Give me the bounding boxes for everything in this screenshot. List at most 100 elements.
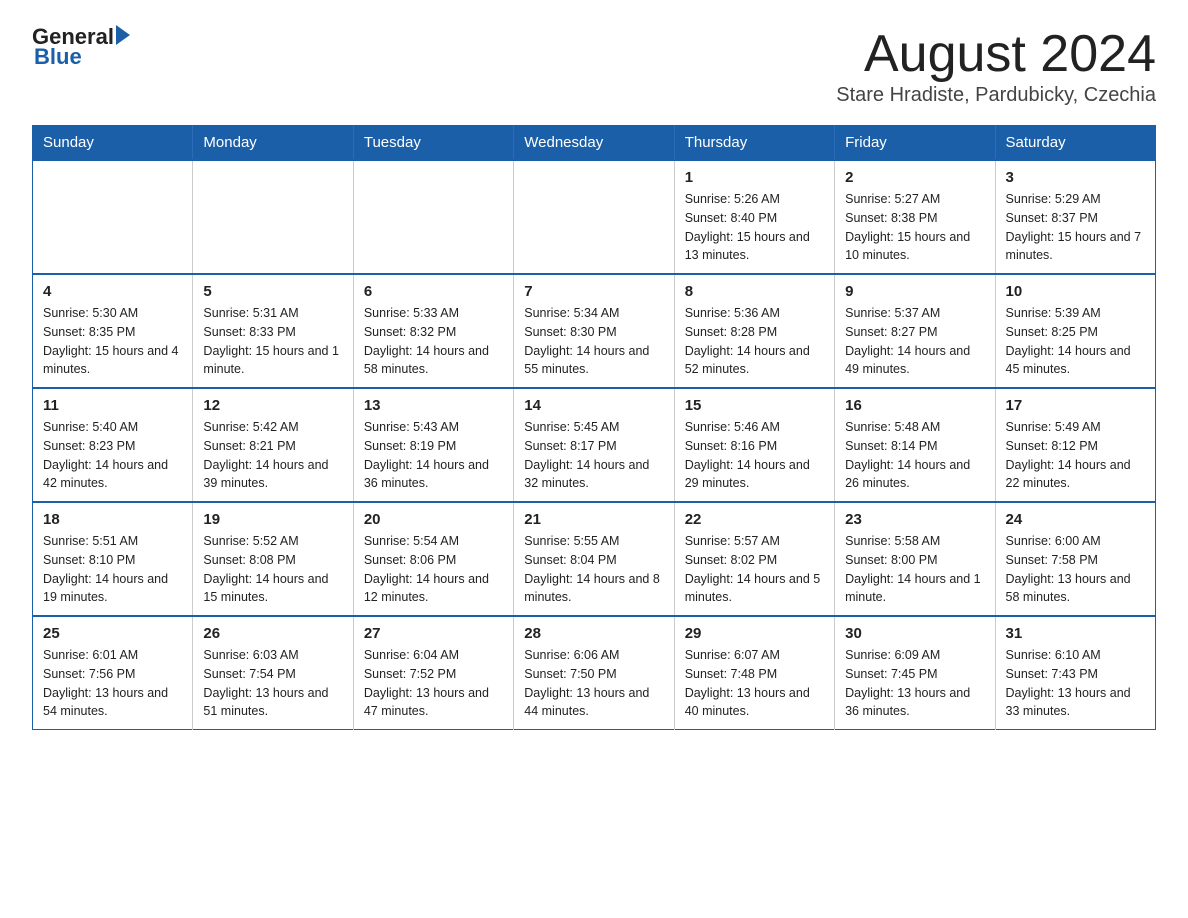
day-info: Sunrise: 5:36 AM Sunset: 8:28 PM Dayligh… [685, 304, 824, 379]
location-subtitle: Stare Hradiste, Pardubicky, Czechia [836, 84, 1156, 107]
day-number: 10 [1006, 283, 1145, 300]
calendar-day-cell: 6Sunrise: 5:33 AM Sunset: 8:32 PM Daylig… [353, 274, 513, 388]
day-info: Sunrise: 5:34 AM Sunset: 8:30 PM Dayligh… [524, 304, 663, 379]
day-header-tuesday: Tuesday [353, 126, 513, 161]
calendar-day-cell: 2 Sunrise: 5:27 AM Sunset: 8:38 PM Daylig… [835, 160, 995, 274]
calendar-table: SundayMondayTuesdayWednesdayThursdayFrid… [32, 125, 1156, 730]
day-number: 6 [364, 283, 503, 300]
day-info: Sunrise: 5:51 AM Sunset: 8:10 PM Dayligh… [43, 532, 182, 607]
calendar-day-cell: 24 Sunrise: 6:00 AM Sunset: 7:58 PM Dayli… [995, 502, 1155, 616]
calendar-day-cell: 4 Sunrise: 5:30 AM Sunset: 8:35 PM Daylig… [33, 274, 193, 388]
calendar-day-cell: 13 Sunrise: 5:43 AM Sunset: 8:19 PM Dayli… [353, 388, 513, 502]
day-number: 5 [203, 283, 342, 300]
calendar-day-cell [33, 160, 193, 274]
day-number: 4 [43, 283, 182, 300]
day-info: Sunrise: 6:03 AM Sunset: 7:54 PM Dayligh… [203, 646, 342, 721]
day-number: 23 [845, 511, 984, 528]
day-info: Sunrise: 6:04 AM Sunset: 7:52 PM Dayligh… [364, 646, 503, 721]
day-number: 3 [1006, 169, 1145, 186]
calendar-week-row: 11 Sunrise: 5:40 AM Sunset: 8:23 PM Dayli… [33, 388, 1156, 502]
calendar-day-cell: 23 Sunrise: 5:58 AM Sunset: 8:00 PM Dayli… [835, 502, 995, 616]
day-number: 19 [203, 511, 342, 528]
day-number: 24 [1006, 511, 1145, 528]
calendar-week-row: 4 Sunrise: 5:30 AM Sunset: 8:35 PM Daylig… [33, 274, 1156, 388]
day-number: 15 [685, 397, 824, 414]
calendar-day-cell: 20 Sunrise: 5:54 AM Sunset: 8:06 PM Dayli… [353, 502, 513, 616]
day-info: Sunrise: 5:37 AM Sunset: 8:27 PM Dayligh… [845, 304, 984, 379]
calendar-day-cell: 19 Sunrise: 5:52 AM Sunset: 8:08 PM Dayli… [193, 502, 353, 616]
day-number: 26 [203, 625, 342, 642]
day-number: 20 [364, 511, 503, 528]
day-info: Sunrise: 5:30 AM Sunset: 8:35 PM Dayligh… [43, 304, 182, 379]
day-number: 7 [524, 283, 663, 300]
day-number: 2 [845, 169, 984, 186]
day-number: 1 [685, 169, 824, 186]
day-number: 11 [43, 397, 182, 414]
calendar-day-cell: 10 Sunrise: 5:39 AM Sunset: 8:25 PM Dayli… [995, 274, 1155, 388]
day-info: Sunrise: 6:06 AM Sunset: 7:50 PM Dayligh… [524, 646, 663, 721]
day-number: 9 [845, 283, 984, 300]
calendar-day-cell: 12 Sunrise: 5:42 AM Sunset: 8:21 PM Dayli… [193, 388, 353, 502]
calendar-week-row: 25 Sunrise: 6:01 AM Sunset: 7:56 PM Dayli… [33, 616, 1156, 730]
calendar-day-cell: 5 Sunrise: 5:31 AM Sunset: 8:33 PM Daylig… [193, 274, 353, 388]
day-info: Sunrise: 5:55 AM Sunset: 8:04 PM Dayligh… [524, 532, 663, 607]
day-number: 13 [364, 397, 503, 414]
day-number: 30 [845, 625, 984, 642]
day-header-thursday: Thursday [674, 126, 834, 161]
calendar-day-cell [353, 160, 513, 274]
logo: General Blue [32, 24, 130, 70]
calendar-day-cell: 16Sunrise: 5:48 AM Sunset: 8:14 PM Dayli… [835, 388, 995, 502]
calendar-day-cell: 14 Sunrise: 5:45 AM Sunset: 8:17 PM Dayli… [514, 388, 674, 502]
day-number: 8 [685, 283, 824, 300]
day-info: Sunrise: 6:01 AM Sunset: 7:56 PM Dayligh… [43, 646, 182, 721]
title-block: August 2024 Stare Hradiste, Pardubicky, … [836, 24, 1156, 119]
calendar-header-row: SundayMondayTuesdayWednesdayThursdayFrid… [33, 126, 1156, 161]
day-header-monday: Monday [193, 126, 353, 161]
day-number: 14 [524, 397, 663, 414]
day-info: Sunrise: 5:40 AM Sunset: 8:23 PM Dayligh… [43, 418, 182, 493]
day-number: 25 [43, 625, 182, 642]
calendar-day-cell: 25 Sunrise: 6:01 AM Sunset: 7:56 PM Dayli… [33, 616, 193, 730]
day-info: Sunrise: 6:00 AM Sunset: 7:58 PM Dayligh… [1006, 532, 1145, 607]
calendar-day-cell: 27 Sunrise: 6:04 AM Sunset: 7:52 PM Dayli… [353, 616, 513, 730]
day-info: Sunrise: 5:27 AM Sunset: 8:38 PM Dayligh… [845, 190, 984, 265]
day-info: Sunrise: 5:31 AM Sunset: 8:33 PM Dayligh… [203, 304, 342, 379]
day-header-friday: Friday [835, 126, 995, 161]
day-info: Sunrise: 5:58 AM Sunset: 8:00 PM Dayligh… [845, 532, 984, 607]
page-title: August 2024 [836, 24, 1156, 84]
day-number: 22 [685, 511, 824, 528]
day-number: 12 [203, 397, 342, 414]
day-header-saturday: Saturday [995, 126, 1155, 161]
calendar-day-cell: 26 Sunrise: 6:03 AM Sunset: 7:54 PM Dayli… [193, 616, 353, 730]
calendar-day-cell: 8 Sunrise: 5:36 AM Sunset: 8:28 PM Daylig… [674, 274, 834, 388]
calendar-day-cell: 29Sunrise: 6:07 AM Sunset: 7:48 PM Dayli… [674, 616, 834, 730]
calendar-day-cell: 17 Sunrise: 5:49 AM Sunset: 8:12 PM Dayli… [995, 388, 1155, 502]
day-info: Sunrise: 6:07 AM Sunset: 7:48 PM Dayligh… [685, 646, 824, 721]
day-number: 18 [43, 511, 182, 528]
day-info: Sunrise: 5:54 AM Sunset: 8:06 PM Dayligh… [364, 532, 503, 607]
day-info: Sunrise: 5:45 AM Sunset: 8:17 PM Dayligh… [524, 418, 663, 493]
logo-blue-text: Blue [34, 44, 82, 70]
day-info: Sunrise: 5:46 AM Sunset: 8:16 PM Dayligh… [685, 418, 824, 493]
day-number: 27 [364, 625, 503, 642]
day-info: Sunrise: 5:52 AM Sunset: 8:08 PM Dayligh… [203, 532, 342, 607]
calendar-day-cell: 18 Sunrise: 5:51 AM Sunset: 8:10 PM Dayli… [33, 502, 193, 616]
calendar-day-cell: 1 Sunrise: 5:26 AM Sunset: 8:40 PM Daylig… [674, 160, 834, 274]
calendar-day-cell: 22Sunrise: 5:57 AM Sunset: 8:02 PM Dayli… [674, 502, 834, 616]
calendar-day-cell [514, 160, 674, 274]
calendar-day-cell: 9 Sunrise: 5:37 AM Sunset: 8:27 PM Daylig… [835, 274, 995, 388]
day-info: Sunrise: 5:43 AM Sunset: 8:19 PM Dayligh… [364, 418, 503, 493]
calendar-day-cell: 7 Sunrise: 5:34 AM Sunset: 8:30 PM Daylig… [514, 274, 674, 388]
day-number: 17 [1006, 397, 1145, 414]
calendar-day-cell: 15 Sunrise: 5:46 AM Sunset: 8:16 PM Dayli… [674, 388, 834, 502]
calendar-day-cell: 31Sunrise: 6:10 AM Sunset: 7:43 PM Dayli… [995, 616, 1155, 730]
calendar-day-cell: 21 Sunrise: 5:55 AM Sunset: 8:04 PM Dayli… [514, 502, 674, 616]
day-info: Sunrise: 5:49 AM Sunset: 8:12 PM Dayligh… [1006, 418, 1145, 493]
logo-arrow-icon [116, 25, 130, 45]
day-info: Sunrise: 5:26 AM Sunset: 8:40 PM Dayligh… [685, 190, 824, 265]
day-info: Sunrise: 5:39 AM Sunset: 8:25 PM Dayligh… [1006, 304, 1145, 379]
calendar-day-cell [193, 160, 353, 274]
day-number: 21 [524, 511, 663, 528]
calendar-day-cell: 30Sunrise: 6:09 AM Sunset: 7:45 PM Dayli… [835, 616, 995, 730]
day-info: Sunrise: 5:42 AM Sunset: 8:21 PM Dayligh… [203, 418, 342, 493]
